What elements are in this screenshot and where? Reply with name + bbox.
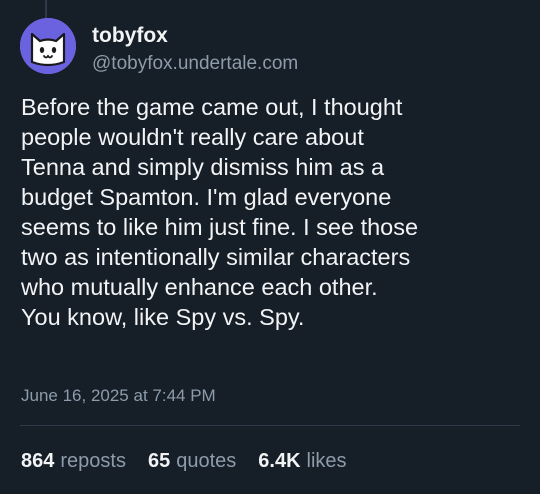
post-timestamp[interactable]: June 16, 2025 at 7:44 PM [21,385,216,407]
white-cat-avatar-icon [20,18,76,74]
likes-label: likes [306,450,347,472]
post-stats: 864 reposts 65 quotes 6.4K likes [21,448,347,474]
thread-line [45,0,47,18]
author-handle[interactable]: @tobyfox.undertale.com [92,51,298,77]
divider [20,425,520,426]
author-display-name[interactable]: tobyfox [92,23,298,49]
quotes-stat[interactable]: 65 quotes [148,448,236,474]
likes-stat[interactable]: 6.4K likes [258,448,346,474]
post-text: Before the game came out, I thought peop… [21,94,419,330]
quotes-label: quotes [176,450,237,472]
likes-count: 6.4K [258,450,301,472]
post-container: tobyfox @tobyfox.undertale.com Before th… [0,0,540,494]
avatar[interactable] [20,18,76,74]
reposts-label: reposts [60,450,126,472]
reposts-stat[interactable]: 864 reposts [21,448,126,474]
reposts-count: 864 [21,450,55,472]
author-block: tobyfox @tobyfox.undertale.com [92,23,298,77]
quotes-count: 65 [147,450,171,472]
